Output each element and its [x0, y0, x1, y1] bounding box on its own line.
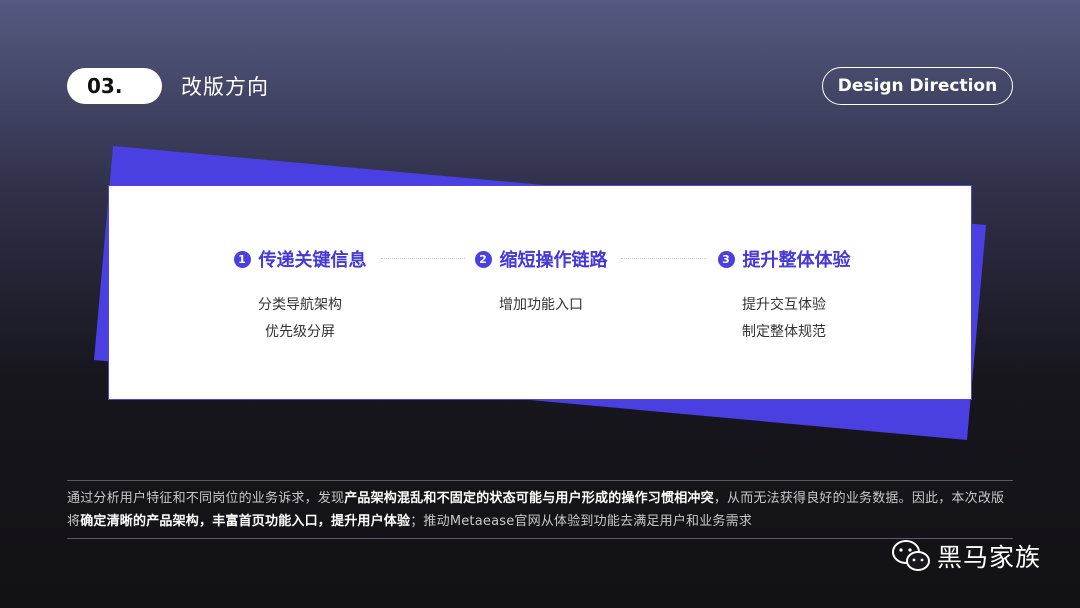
direction-3: 3 提升整体体验 提升交互体验 制定整体规范: [684, 246, 884, 346]
direction-heading: 3 提升整体体验: [717, 246, 851, 272]
direction-number: 3: [717, 250, 735, 268]
summary-paragraph: 通过分析用户特征和不同岗位的业务诉求，发现产品架构混乱和不固定的状态可能与用户形…: [67, 487, 1013, 533]
brand-watermark: 黑马家族: [891, 538, 1041, 574]
section-number: 03.: [87, 74, 123, 98]
section-number-badge: 03.: [67, 68, 162, 104]
directions-card: 1 传递关键信息 分类导航架构 优先级分屏 2 缩短操作链路 增加功能入口 3 …: [108, 185, 972, 400]
english-title: Design Direction: [837, 76, 998, 96]
direction-heading: 1 传递关键信息: [233, 246, 367, 272]
wechat-icon: [892, 540, 930, 571]
direction-number: 1: [233, 250, 251, 268]
english-title-pill: Design Direction: [822, 67, 1013, 105]
direction-item: 分类导航架构: [258, 297, 342, 313]
summary-highlight: 产品架构混乱和不固定的状态可能与用户形成的操作习惯相冲突: [344, 491, 714, 506]
brand-name: 黑马家族: [937, 543, 1042, 572]
direction-title: 提升整体体验: [742, 250, 851, 271]
direction-number: 2: [474, 250, 492, 268]
direction-2: 2 缩短操作链路 增加功能入口: [441, 246, 641, 319]
divider-top: [67, 480, 1013, 481]
direction-1: 1 传递关键信息 分类导航架构 优先级分屏: [200, 246, 400, 346]
divider-bottom: [67, 538, 1013, 539]
summary-text: ；推动Metaease官网从体验到功能去满足用户和业务需求: [410, 514, 753, 529]
direction-heading: 2 缩短操作链路: [474, 246, 608, 272]
direction-item: 优先级分屏: [265, 324, 335, 340]
direction-title: 缩短操作链路: [499, 250, 608, 271]
direction-item: 提升交互体验: [742, 297, 826, 313]
direction-item: 增加功能入口: [499, 297, 583, 313]
summary-text: 通过分析用户特征和不同岗位的业务诉求，发现: [67, 491, 345, 506]
direction-title: 传递关键信息: [258, 250, 367, 271]
summary-highlight: 确定清晰的产品架构，丰富首页功能入口，提升用户体验: [80, 514, 411, 529]
direction-item: 制定整体规范: [742, 324, 826, 340]
page-title: 改版方向: [181, 75, 269, 99]
